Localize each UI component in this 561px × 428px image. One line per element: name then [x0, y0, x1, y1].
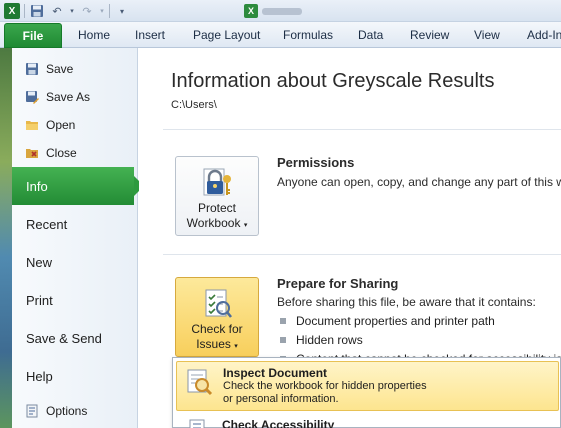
tab-data[interactable]: Data [358, 28, 383, 42]
nav-item-label: Help [26, 368, 53, 384]
save-as-command[interactable]: Save As [24, 89, 90, 105]
nav-item-new[interactable]: New [12, 243, 138, 281]
save-label: Save [46, 62, 74, 76]
options-label: Options [46, 404, 88, 418]
tab-page-layout[interactable]: Page Layout [193, 28, 260, 42]
inspect-document-text: Inspect Document Check the workbook for … [223, 366, 427, 406]
tab-file[interactable]: File [4, 23, 62, 48]
inspect-document-item[interactable]: Inspect Document Check the workbook for … [176, 361, 559, 411]
tab-formulas[interactable]: Formulas [283, 28, 333, 42]
inspect-document-title: Inspect Document [223, 366, 328, 380]
nav-item-label: Print [26, 292, 53, 308]
nav-item-print[interactable]: Print [12, 281, 138, 319]
workbook-icon: X [244, 4, 258, 18]
redo-dropdown-icon[interactable]: ▾ [99, 3, 105, 19]
nav-item-info[interactable]: Info [12, 167, 144, 205]
chevron-down-icon: ▾ [234, 343, 238, 350]
tab-home[interactable]: Home [78, 28, 110, 42]
tab-view[interactable]: View [474, 28, 500, 42]
customize-qat-icon[interactable]: ▾ [114, 3, 130, 19]
checklist-icon [197, 286, 237, 322]
close-command[interactable]: Close [24, 145, 77, 161]
tab-add-ins[interactable]: Add-Ins [527, 28, 561, 42]
window-title-blur [262, 7, 302, 15]
divider [163, 129, 561, 130]
close-label: Close [46, 146, 77, 160]
backstage-nav-decoration [0, 48, 12, 428]
toolbar-separator [109, 4, 110, 18]
quick-access-toolbar: X ↶ ▾ ↷ ▾ ▾ [4, 3, 130, 19]
protect-workbook-label-1: Protect [197, 201, 236, 215]
nav-item-help[interactable]: Help [12, 357, 138, 395]
divider [163, 254, 561, 255]
check-for-issues-label-2: Issues ▾ [196, 337, 238, 351]
tab-insert[interactable]: Insert [135, 28, 165, 42]
inspect-document-desc-2: or personal information. [223, 393, 339, 405]
nav-item-save-send[interactable]: Save & Send [12, 319, 138, 357]
save-as-label: Save As [46, 90, 91, 104]
save-command[interactable]: Save [24, 61, 73, 77]
open-label: Open [46, 118, 76, 132]
inspect-document-icon [183, 366, 215, 398]
nav-item-label: New [26, 254, 53, 270]
check-accessibility-item[interactable]: Check Accessibility [176, 414, 559, 428]
list-item: Document properties and printer path [280, 314, 495, 328]
redo-icon[interactable]: ↷ [79, 3, 95, 19]
toolbar-separator [24, 4, 25, 18]
bullet-icon [280, 318, 286, 324]
chevron-down-icon: ▾ [243, 222, 248, 229]
bullet-icon [280, 337, 286, 343]
undo-icon[interactable]: ↶ [49, 3, 65, 19]
save-as-icon [24, 89, 40, 105]
check-accessibility-icon [182, 418, 214, 428]
close-file-icon [24, 145, 40, 161]
nav-item-label: Save & Send [26, 330, 102, 346]
prepare-sharing-text: Before sharing this file, be aware that … [277, 295, 536, 309]
list-item: Hidden rows [280, 333, 363, 347]
nav-item-label: Recent [26, 216, 68, 232]
page-title: Information about Greyscale Results [171, 70, 495, 92]
check-for-issues-label-1: Check for [191, 322, 243, 336]
save-icon[interactable] [29, 3, 45, 19]
tab-review[interactable]: Review [410, 28, 449, 42]
permissions-text: Anyone can open, copy, and change any pa… [277, 175, 561, 189]
check-for-issues-button[interactable]: Check for Issues ▾ [175, 277, 259, 357]
prepare-sharing-title: Prepare for Sharing [277, 276, 399, 291]
inspect-document-desc-1: Check the workbook for hidden properties [223, 380, 427, 392]
protect-workbook-label-2: Workbook ▾ [186, 216, 248, 230]
excel-backstage-window: X ↶ ▾ ↷ ▾ ▾ X File Home Insert Page Layo… [0, 0, 561, 428]
file-path: C:\Users\ [171, 99, 217, 111]
options-command[interactable]: Options [24, 403, 87, 419]
excel-logo-icon[interactable]: X [4, 3, 20, 19]
protect-workbook-button[interactable]: Protect Workbook ▾ [175, 156, 259, 236]
window-title: X [244, 3, 306, 19]
options-icon [24, 403, 40, 419]
nav-item-recent[interactable]: Recent [12, 205, 138, 243]
check-accessibility-title: Check Accessibility [222, 418, 335, 428]
undo-dropdown-icon[interactable]: ▾ [69, 3, 75, 19]
open-command[interactable]: Open [24, 117, 75, 133]
lock-key-icon [197, 165, 237, 201]
folder-icon [24, 117, 40, 133]
nav-item-label: Info [26, 178, 48, 194]
save-icon [24, 61, 40, 77]
title-bar: X ↶ ▾ ↷ ▾ ▾ X [0, 0, 561, 22]
permissions-title: Permissions [277, 155, 355, 170]
check-for-issues-menu: Inspect Document Check the workbook for … [172, 357, 561, 428]
